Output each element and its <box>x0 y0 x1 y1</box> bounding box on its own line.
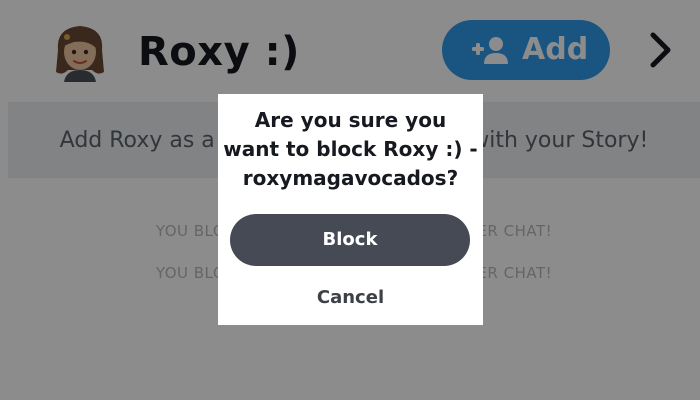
cancel-button[interactable]: Cancel <box>218 286 483 310</box>
dialog-message-line: want to block Roxy :) - <box>223 137 478 161</box>
chat-screen: Roxy :) Add Add Roxy as a friend to see … <box>0 0 700 400</box>
dialog-message-line: Are you sure you <box>254 108 447 132</box>
dialog-message: Are you sure you want to block Roxy :) -… <box>218 106 483 193</box>
block-button[interactable]: Block <box>230 214 470 266</box>
block-confirmation-dialog: Are you sure you want to block Roxy :) -… <box>218 94 483 325</box>
dialog-message-line: roxymagavocados? <box>242 166 459 190</box>
